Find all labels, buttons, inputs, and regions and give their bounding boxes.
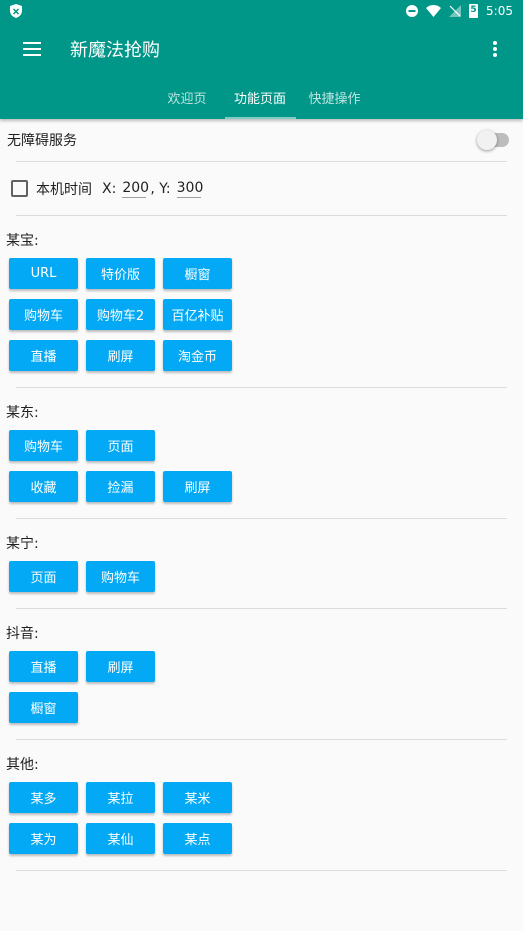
button-grid: 页面 购物车 <box>0 555 523 592</box>
tab-welcome[interactable]: 欢迎页 <box>150 75 225 119</box>
divider <box>16 870 507 871</box>
url-button[interactable]: URL <box>9 258 78 289</box>
mou-la-button[interactable]: 某拉 <box>86 782 155 813</box>
special-price-button[interactable]: 特价版 <box>86 258 155 289</box>
local-time-checkbox[interactable] <box>11 180 28 197</box>
menu-icon[interactable] <box>20 37 44 61</box>
accessibility-label: 无障碍服务 <box>7 133 77 149</box>
section-title: 某东: <box>6 405 39 421</box>
section-title: 某宁: <box>6 536 39 552</box>
switch-knob <box>477 130 497 150</box>
refresh-button[interactable]: 刷屏 <box>86 651 155 682</box>
page-button[interactable]: 页面 <box>86 430 155 461</box>
tab-bar: 欢迎页 功能页面 快捷操作 <box>0 75 523 119</box>
y-input[interactable]: 300 <box>176 180 203 198</box>
section-mou-ning: 某宁: 页面 购物车 <box>0 519 523 608</box>
app-bar: 新魔法抢购 <box>0 22 523 75</box>
tab-features[interactable]: 功能页面 <box>224 75 296 119</box>
button-grid: URL 特价版 橱窗 购物车 购物车2 百亿补贴 直播 刷屏 淘金币 <box>0 252 523 371</box>
wifi-icon <box>426 5 442 17</box>
refresh-button[interactable]: 刷屏 <box>163 471 232 502</box>
section-mou-bao: 某宝: URL 特价版 橱窗 购物车 购物车2 百亿补贴 直播 刷屏 淘金币 <box>0 216 523 387</box>
mou-xian-button[interactable]: 某仙 <box>86 823 155 854</box>
button-grid: 直播 刷屏 橱窗 <box>0 645 523 723</box>
x-input[interactable]: 200 <box>122 180 149 198</box>
favorites-button[interactable]: 收藏 <box>9 471 78 502</box>
y-label: , Y: <box>150 180 171 197</box>
tab-shortcuts[interactable]: 快捷操作 <box>296 75 374 119</box>
status-bar: 5 5:05 <box>0 0 523 22</box>
battery-icon: 5 <box>469 4 479 18</box>
page-button[interactable]: 页面 <box>9 561 78 592</box>
section-title: 其他: <box>6 757 39 773</box>
mou-dian-button[interactable]: 某点 <box>163 823 232 854</box>
no-signal-icon <box>449 5 462 17</box>
subsidy-button[interactable]: 百亿补贴 <box>163 299 232 330</box>
button-grid: 购物车 页面 收藏 捡漏 刷屏 <box>0 424 523 502</box>
local-time-row: 本机时间 X: 200 , Y: 300 <box>0 162 523 215</box>
live-button[interactable]: 直播 <box>9 651 78 682</box>
cart-button[interactable]: 购物车 <box>9 430 78 461</box>
do-not-disturb-icon <box>406 5 419 17</box>
x-label: X: <box>102 180 117 197</box>
clock: 5:05 <box>486 4 513 18</box>
mou-wei-button[interactable]: 某为 <box>9 823 78 854</box>
more-vert-icon[interactable] <box>483 37 507 61</box>
section-title: 某宝: <box>6 233 39 249</box>
button-grid: 某多 某拉 某米 某为 某仙 某点 <box>0 776 523 854</box>
app-title: 新魔法抢购 <box>70 39 160 61</box>
local-time-label: 本机时间 <box>36 181 92 198</box>
section-mou-dong: 某东: 购物车 页面 收藏 捡漏 刷屏 <box>0 388 523 518</box>
bargain-button[interactable]: 捡漏 <box>86 471 155 502</box>
accessibility-row: 无障碍服务 <box>0 119 523 161</box>
showcase-button[interactable]: 橱窗 <box>9 692 78 723</box>
cart-button[interactable]: 购物车 <box>86 561 155 592</box>
cart2-button[interactable]: 购物车2 <box>86 299 155 330</box>
live-button[interactable]: 直播 <box>9 340 78 371</box>
showcase-button[interactable]: 橱窗 <box>163 258 232 289</box>
accessibility-switch[interactable] <box>477 130 509 150</box>
section-other: 其他: 某多 某拉 某米 某为 某仙 某点 <box>0 740 523 870</box>
shield-icon <box>10 4 22 18</box>
main-content: 无障碍服务 本机时间 X: 200 , Y: 300 某宝: URL 特价版 橱… <box>0 119 523 871</box>
section-title: 抖音: <box>6 626 39 642</box>
section-douyin: 抖音: 直播 刷屏 橱窗 <box>0 609 523 739</box>
gold-coin-button[interactable]: 淘金币 <box>163 340 232 371</box>
mou-duo-button[interactable]: 某多 <box>9 782 78 813</box>
refresh-button[interactable]: 刷屏 <box>86 340 155 371</box>
cart-button[interactable]: 购物车 <box>9 299 78 330</box>
mou-mi-button[interactable]: 某米 <box>163 782 232 813</box>
